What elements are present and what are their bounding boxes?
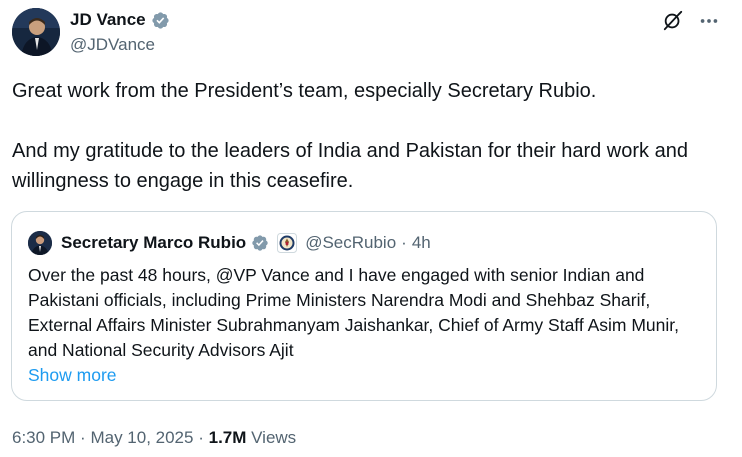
- views-count: 1.7M: [208, 428, 247, 447]
- verified-badge-icon: [251, 234, 269, 252]
- separator-dot: ·: [198, 428, 204, 447]
- tweet-text: Great work from the President’s team, es…: [12, 76, 728, 196]
- tweet-paragraph: And my gratitude to the leaders of India…: [12, 140, 688, 192]
- show-more-link[interactable]: Show more: [28, 363, 708, 388]
- verified-badge-icon: [151, 11, 170, 30]
- quoted-tweet-body: Over the past 48 hours, @VP Vance and I …: [28, 263, 708, 388]
- tweet-time[interactable]: 6:30 PM: [12, 428, 75, 447]
- more-options-icon[interactable]: [698, 10, 720, 37]
- quoted-tweet-card[interactable]: Secretary Marco Rubio @SecRubio · 4h Ove…: [11, 211, 717, 401]
- quoted-author-avatar[interactable]: [28, 231, 52, 255]
- author-handle[interactable]: @JDVance: [70, 34, 155, 56]
- tweet-meta: 6:30 PM · May 10, 2025 · 1.7M Views: [12, 427, 296, 449]
- tweet-actions-top: [662, 10, 720, 37]
- quoted-author-handle[interactable]: @SecRubio: [305, 232, 396, 254]
- grok-icon[interactable]: [662, 10, 684, 37]
- separator-dot: ·: [80, 428, 86, 447]
- author-avatar[interactable]: [12, 8, 60, 56]
- tweet-paragraph: Great work from the President’s team, es…: [12, 80, 597, 102]
- tweet-date[interactable]: May 10, 2025: [90, 428, 193, 447]
- separator-dot: ·: [401, 233, 407, 252]
- author-name-row[interactable]: JD Vance: [70, 9, 170, 31]
- quoted-author-name[interactable]: Secretary Marco Rubio: [61, 232, 246, 254]
- author-name[interactable]: JD Vance: [70, 9, 146, 31]
- government-seal-icon: [274, 233, 300, 253]
- quoted-tweet-time[interactable]: 4h: [412, 232, 431, 254]
- quoted-tweet-header: Secretary Marco Rubio @SecRubio · 4h: [28, 231, 431, 255]
- views-label: Views: [251, 428, 297, 447]
- quoted-tweet-text: Over the past 48 hours, @VP Vance and I …: [28, 265, 680, 360]
